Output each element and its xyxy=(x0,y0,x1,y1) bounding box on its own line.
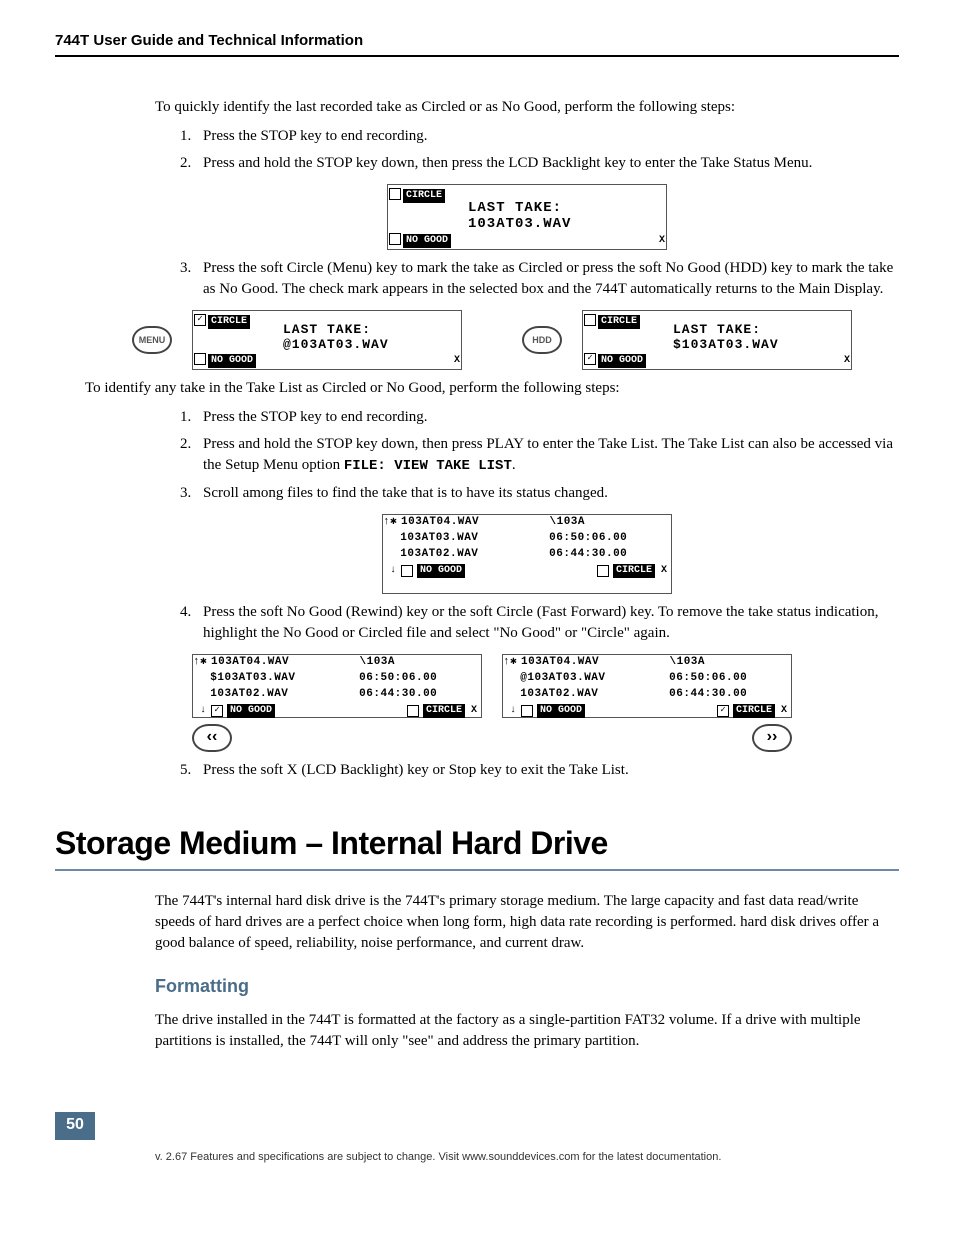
page-number: 50 xyxy=(55,1112,95,1140)
step-b3: Scroll among files to find the take that… xyxy=(195,483,899,504)
take-row-file: 103AT04.WAV xyxy=(515,655,670,670)
lcd-take-list-circled: ↑✱103AT04.WAV\103A @103AT03.WAV06:50:06.… xyxy=(502,654,792,718)
last-take-file: @103AT03.WAV xyxy=(283,336,389,354)
take-row-file: 103AT04.WAV xyxy=(395,515,550,530)
footer-text: v. 2.67 Features and specifications are … xyxy=(55,1150,899,1165)
lcd-nogood: CIRCLE ✓NO GOOD LAST TAKE: $103AT03.WAV … xyxy=(582,310,852,370)
step-b1: Press the STOP key to end recording. xyxy=(195,407,899,428)
take-row-file-selected: @103AT03.WAV xyxy=(520,672,605,684)
take-row-file-selected: 103AT03.WAV xyxy=(400,532,478,544)
nogood-label: NO GOOD xyxy=(208,354,256,368)
take-row-folder: \103A xyxy=(670,655,792,670)
lcd-circled: ✓CIRCLE NO GOOD LAST TAKE: @103AT03.WAV … xyxy=(192,310,462,370)
x-icon: X xyxy=(454,354,460,368)
subsection-heading: Formatting xyxy=(155,974,899,999)
take-row-time-selected: 06:50:06.00 xyxy=(549,532,627,544)
take-row-time-selected: 06:50:06.00 xyxy=(359,672,437,684)
take-row-time: 06:44:30.00 xyxy=(549,547,671,562)
nogood-label: NO GOOD xyxy=(403,234,451,248)
intro-paragraph-1: To quickly identify the last recorded ta… xyxy=(155,97,899,118)
take-row-file: 103AT02.WAV xyxy=(394,547,549,562)
check-icon: ✓ xyxy=(584,353,596,365)
step-b5: Press the soft X (LCD Backlight) key or … xyxy=(195,760,899,781)
section-heading: Storage Medium – Internal Hard Drive xyxy=(55,821,899,872)
nogood-label: NO GOOD xyxy=(417,564,465,578)
circle-label: CIRCLE xyxy=(403,189,445,203)
rewind-button[interactable]: ‹‹ xyxy=(192,724,232,752)
last-take-file: 103AT03.WAV xyxy=(468,215,571,235)
step-b2: Press and hold the STOP key down, then p… xyxy=(195,434,899,477)
take-row-file-selected: $103AT03.WAV xyxy=(210,672,295,684)
intro-paragraph-2: To identify any take in the Take List as… xyxy=(85,378,899,399)
take-row-time-selected: 06:50:06.00 xyxy=(669,672,747,684)
step-b2-text: Press and hold the STOP key down, then p… xyxy=(203,436,893,473)
page-header: 744T User Guide and Technical Informatio… xyxy=(55,30,899,57)
lcd-take-list: ↑✱103AT04.WAV\103A 103AT03.WAV06:50:06.0… xyxy=(382,514,672,594)
formatting-paragraph: The drive installed in the 744T is forma… xyxy=(155,1010,899,1052)
nogood-label: NO GOOD xyxy=(227,704,275,718)
menu-button[interactable]: MENU xyxy=(132,326,172,354)
circle-label: CIRCLE xyxy=(208,315,250,329)
menu-path: FILE: VIEW TAKE LIST xyxy=(344,458,512,474)
step-a2: Press and hold the STOP key down, then p… xyxy=(195,153,899,174)
take-row-folder: \103A xyxy=(360,655,482,670)
fastforward-button[interactable]: ›› xyxy=(752,724,792,752)
x-icon: X xyxy=(844,354,850,368)
circle-label: CIRCLE xyxy=(423,704,465,718)
step-a3: Press the soft Circle (Menu) key to mark… xyxy=(195,258,899,300)
x-icon: X xyxy=(659,234,665,248)
step-b4-text-a: Press the soft No Good (Rewind) key or t… xyxy=(203,604,658,620)
nogood-label: NO GOOD xyxy=(598,354,646,368)
take-row-file: 103AT04.WAV xyxy=(205,655,360,670)
check-icon: ✓ xyxy=(194,314,206,326)
last-take-file: $103AT03.WAV xyxy=(673,336,779,354)
take-row-time: 06:44:30.00 xyxy=(669,687,791,702)
take-row-folder: \103A xyxy=(550,515,672,530)
circle-label: CIRCLE xyxy=(613,564,655,578)
circle-label: CIRCLE xyxy=(733,704,775,718)
lcd-take-list-nogood: ↑✱103AT04.WAV\103A $103AT03.WAV06:50:06.… xyxy=(192,654,482,718)
take-row-time: 06:44:30.00 xyxy=(359,687,481,702)
take-row-file: 103AT02.WAV xyxy=(514,687,669,702)
lcd-take-status: CIRCLE NO GOOD LAST TAKE: 103AT03.WAV X xyxy=(387,184,667,250)
step-a1: Press the STOP key to end recording. xyxy=(195,126,899,147)
hdd-button[interactable]: HDD xyxy=(522,326,562,354)
circle-label: CIRCLE xyxy=(598,315,640,329)
step-b4: Press the soft No Good (Rewind) key or t… xyxy=(195,602,899,644)
nogood-label: NO GOOD xyxy=(537,704,585,718)
take-row-file: 103AT02.WAV xyxy=(204,687,359,702)
storage-paragraph: The 744T's internal hard disk drive is t… xyxy=(155,891,899,954)
check-icon: ✓ xyxy=(211,705,223,717)
period: . xyxy=(512,457,516,473)
check-icon: ✓ xyxy=(717,705,729,717)
